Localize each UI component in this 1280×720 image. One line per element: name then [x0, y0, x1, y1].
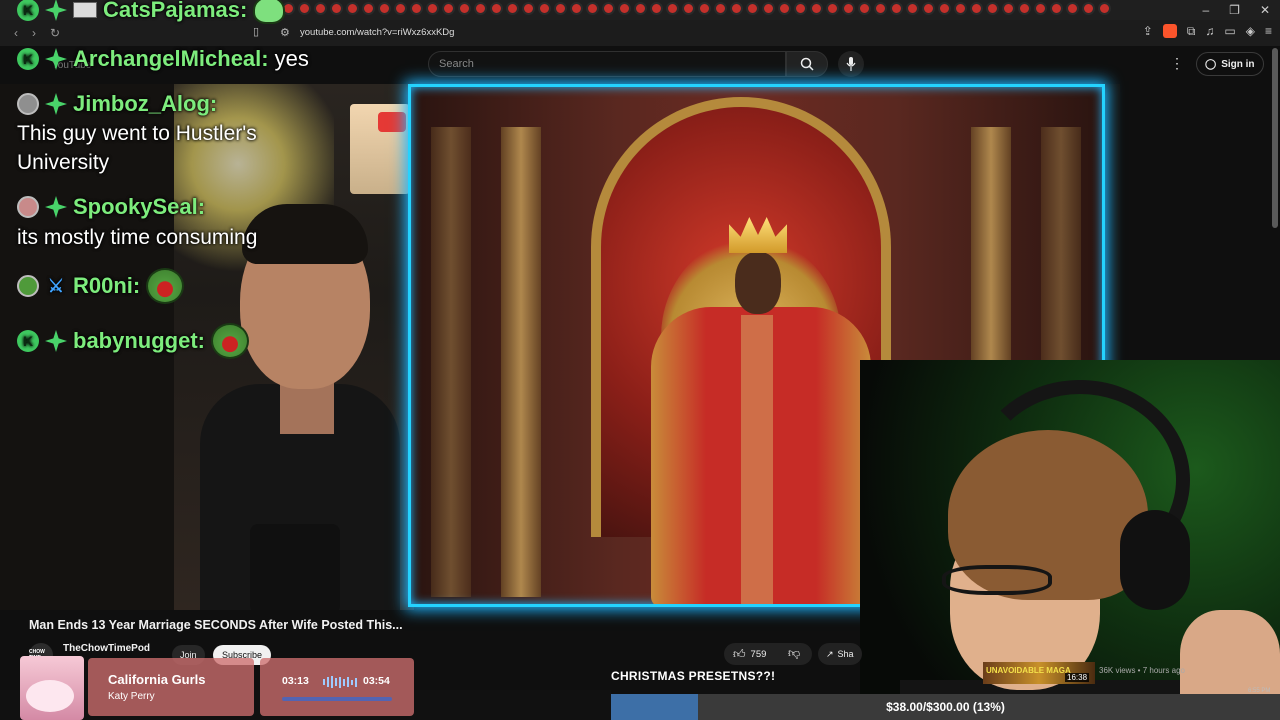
forward-icon[interactable]: › — [32, 26, 36, 40]
like-count: 759 — [750, 648, 767, 660]
back-icon[interactable]: ‹ — [14, 26, 18, 40]
donation-goal-text: $38.00/$300.00 (13%) — [886, 700, 1005, 714]
more-options-icon[interactable]: ⋮ — [1170, 55, 1184, 72]
share-label: Sha — [837, 649, 854, 659]
url-field[interactable]: youtube.com/watch?v=riWxz6xxKDg — [300, 27, 454, 38]
tab-favicons[interactable] — [282, 2, 1111, 18]
song-artist: Katy Perry — [108, 691, 155, 702]
channel-name[interactable]: TheChowTimePod — [63, 643, 150, 654]
search-icon — [800, 57, 814, 71]
microphone-stand — [250, 524, 340, 610]
music-icon[interactable]: ♫ — [1205, 24, 1214, 39]
voice-search-button[interactable] — [838, 51, 864, 77]
k-badge-icon: K — [17, 48, 39, 70]
plaque-play-icon — [378, 112, 406, 132]
share-icon[interactable]: ⇪ — [1143, 24, 1153, 39]
waveform-icon — [323, 676, 357, 688]
restore-icon[interactable]: ❐ — [1229, 3, 1240, 17]
window-controls: – ❐ ✕ — [1202, 0, 1270, 20]
goal-label: CHRISTMAS PRESETNS??! — [611, 669, 776, 683]
video-title: Man Ends 13 Year Marriage SECONDS After … — [29, 618, 403, 632]
sign-in-label: Sign in — [1221, 58, 1255, 70]
chat-username: ArchangelMicheal: — [73, 46, 269, 71]
youtube-logo[interactable]: YouTube — [52, 60, 91, 71]
donation-goal-bar: $38.00/$300.00 (13%) — [611, 694, 1280, 720]
account-icon: ◯ — [1205, 58, 1217, 70]
share-arrow-icon: ↗ — [826, 648, 834, 659]
screen: – ❐ ✕ ‹ › ↻ ▯ ⚙ youtube.com/watch?v=riWx… — [0, 0, 1280, 720]
song-title: California Gurls — [108, 672, 206, 687]
site-info-icon[interactable]: ⚙ — [280, 26, 290, 39]
sidebar-icon[interactable]: ▭ — [1224, 24, 1235, 39]
now-playing-box — [88, 658, 254, 716]
like-dislike-group: 👍︎ 759 👎︎ — [724, 643, 812, 665]
microphone-icon — [846, 57, 856, 71]
share-button[interactable]: ↗ Sha — [818, 643, 862, 665]
close-icon[interactable]: ✕ — [1260, 3, 1270, 17]
browser-toolbar-icons: ⇪ ⧉ ♫ ▭ ◈ ≡ — [1143, 24, 1272, 39]
search-input[interactable] — [439, 58, 769, 70]
minimize-icon[interactable]: – — [1202, 3, 1209, 17]
song-current-time: 03:13 — [282, 675, 309, 687]
brave-shield-icon[interactable] — [1162, 24, 1177, 38]
king-face — [735, 252, 781, 314]
chat-text: yes — [274, 46, 309, 71]
sign-in-button[interactable]: ◯ Sign in — [1196, 52, 1264, 76]
menu-icon[interactable]: ≡ — [1265, 24, 1272, 39]
search-button[interactable] — [786, 51, 828, 77]
song-total-time: 03:54 — [363, 675, 390, 687]
recommended-thumb-text: UNAVOIDABLE MAGA — [986, 666, 1071, 675]
thumbs-down-icon[interactable]: 👎︎ — [788, 646, 800, 661]
recommended-meta: 36K views • 7 hours ago — [1099, 666, 1185, 675]
thumbs-up-icon[interactable]: 👍︎ — [733, 647, 746, 662]
recommended-duration: 16:38 — [1065, 673, 1090, 682]
song-progress-bar — [282, 697, 392, 701]
bookmark-icon[interactable]: ▯ — [253, 25, 259, 38]
reload-icon[interactable]: ↻ — [50, 26, 60, 40]
search-box — [428, 51, 786, 77]
extensions-icon[interactable]: ⧉ — [1187, 24, 1196, 39]
address-bar-row: ‹ › ↻ — [0, 20, 1280, 46]
wallet-icon[interactable]: ◈ — [1246, 24, 1255, 39]
nav-buttons: ‹ › ↻ — [14, 26, 60, 40]
browser-tab-strip: – ❐ ✕ — [0, 0, 1280, 20]
page-scrollbar[interactable] — [1272, 48, 1278, 228]
